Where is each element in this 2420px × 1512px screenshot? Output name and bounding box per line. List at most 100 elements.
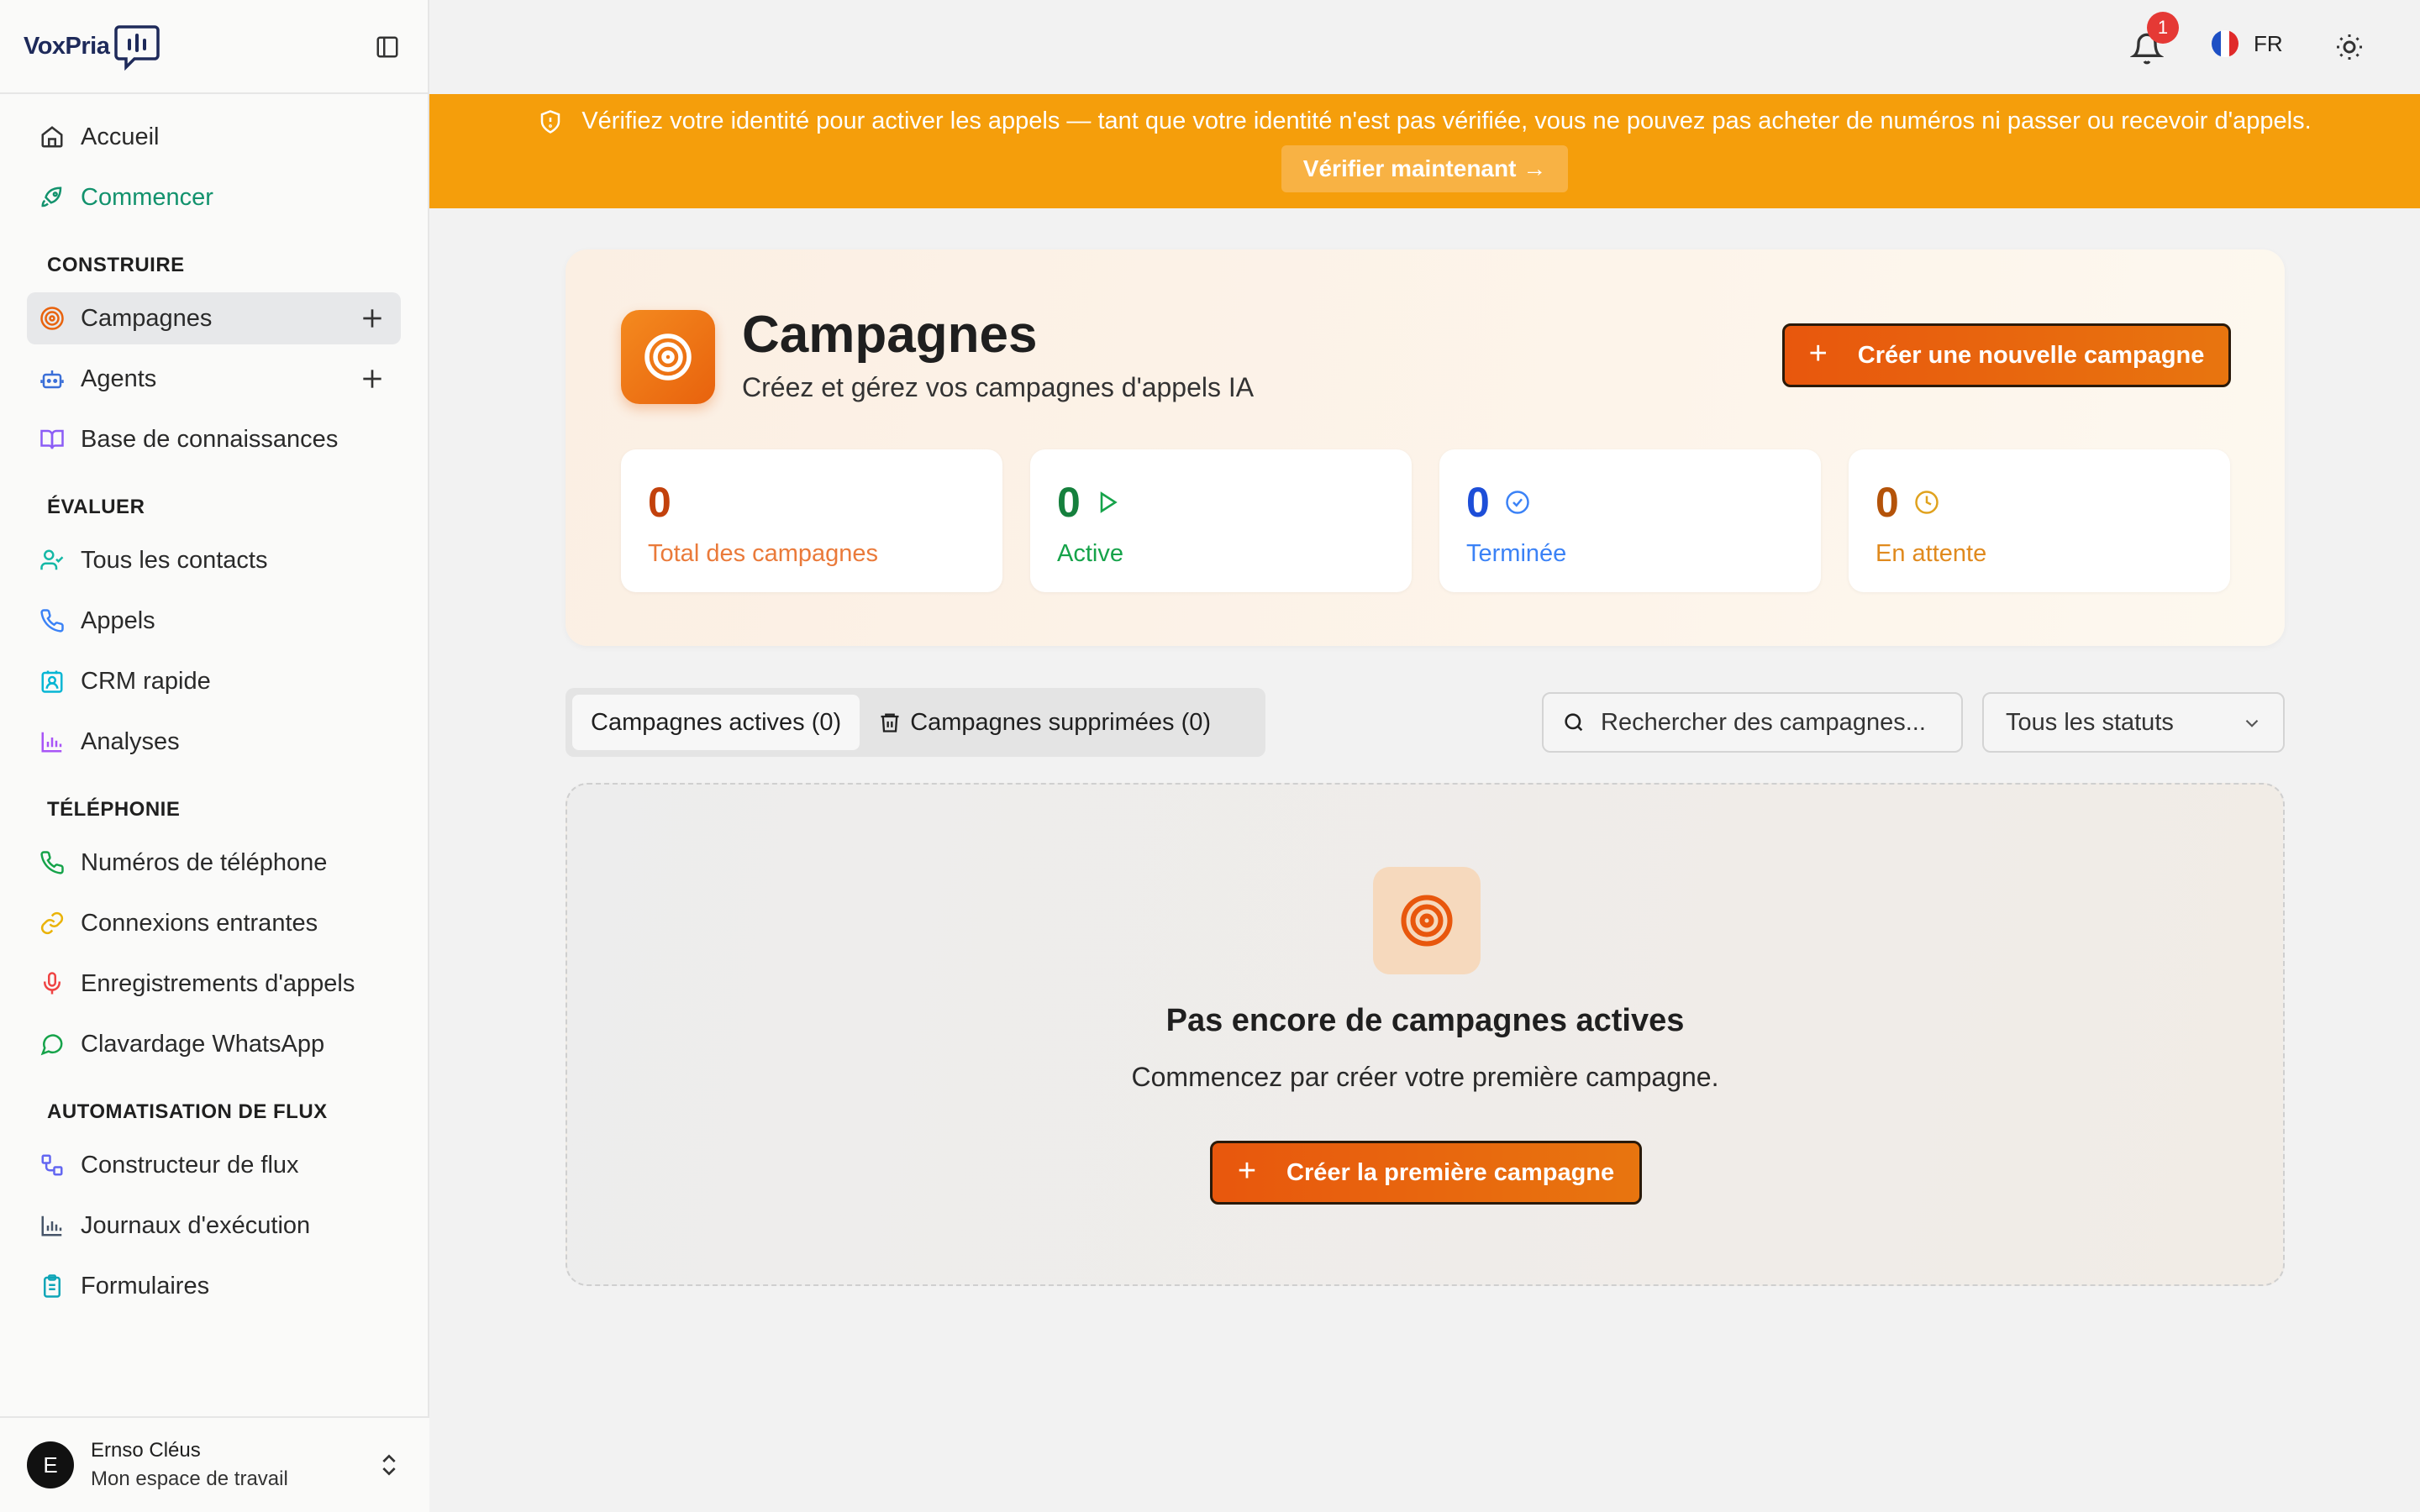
search-input[interactable]: Rechercher des campagnes... <box>1542 692 1963 753</box>
stat-value: 0 <box>1876 478 1939 527</box>
sidebar-item-label: Accueil <box>81 123 160 150</box>
page-subtitle: Créez et gérez vos campagnes d'appels IA <box>742 372 1255 402</box>
sidebar-item-campagnes[interactable]: Campagnes <box>27 292 401 344</box>
logo-icon <box>114 25 160 71</box>
user-menu[interactable]: E Ernso Cléus Mon espace de travail <box>0 1416 429 1512</box>
phone-icon <box>39 849 66 876</box>
sidebar-item-label: Enregistrements d'appels <box>81 969 355 997</box>
target-icon <box>39 305 66 332</box>
trash-icon <box>881 713 899 732</box>
sun-icon[interactable] <box>2334 32 2365 62</box>
create-first-campaign-label: Créer la première campagne <box>1286 1158 1615 1186</box>
add-campaign-icon[interactable] <box>359 305 386 332</box>
section-title-construire: CONSTRUIRE <box>47 254 185 276</box>
sidebar-nav: Accueil Commencer CONSTRUIRE Campagnes A… <box>0 94 428 1312</box>
status-filter-value: Tous les statuts <box>2006 708 2174 736</box>
chevrons-up-down-icon[interactable] <box>376 1452 402 1478</box>
section-title-evaluer: ÉVALUER <box>47 496 145 518</box>
status-filter-select[interactable]: Tous les statuts <box>1982 692 2285 753</box>
sidebar-item-tous-les-contacts[interactable]: Tous les contacts <box>27 534 401 586</box>
stat-card-active: 0 Active <box>1030 449 1412 592</box>
sidebar-item-crm-rapide[interactable]: CRM rapide <box>27 655 401 707</box>
sidebar: VoxPria Accueil Commencer CONSTRUIRE Cam… <box>0 0 429 1512</box>
section-title-telephonie: TÉLÉPHONIE <box>47 798 181 821</box>
phone-icon <box>39 607 66 634</box>
plus-icon: + <box>1808 335 1828 371</box>
link-icon <box>39 910 66 937</box>
sidebar-toggle-button[interactable] <box>372 32 402 62</box>
add-agent-icon[interactable] <box>359 365 386 392</box>
sidebar-item-formulaires[interactable]: Formulaires <box>27 1260 401 1312</box>
create-first-campaign-button[interactable]: + Créer la première campagne <box>1210 1141 1642 1205</box>
create-campaign-label: Créer une nouvelle campagne <box>1857 341 2205 369</box>
sidebar-item-label: Formulaires <box>81 1272 210 1299</box>
flag-fr-icon <box>2212 30 2238 57</box>
mic-icon <box>39 970 66 997</box>
verify-now-button[interactable]: Vérifier maintenant → <box>1281 145 1569 192</box>
home-icon <box>39 123 66 150</box>
contact-card-icon <box>39 668 66 695</box>
sidebar-item-label: Appels <box>81 606 155 634</box>
sidebar-item-journaux-d-execution[interactable]: Journaux d'exécution <box>27 1200 401 1252</box>
empty-state: Pas encore de campagnes actives Commence… <box>566 783 2285 1286</box>
shield-alert-icon <box>541 109 560 134</box>
notification-badge: 1 <box>2147 12 2179 44</box>
target-icon <box>1373 867 1481 974</box>
topbar <box>429 0 2420 94</box>
sidebar-item-agents[interactable]: Agents <box>27 353 401 405</box>
section-title-automatisation: AUTOMATISATION DE FLUX <box>47 1100 328 1123</box>
bot-icon <box>39 365 66 392</box>
sidebar-item-connexions-entrantes[interactable]: Connexions entrantes <box>27 897 401 949</box>
sidebar-item-constructeur-de-flux[interactable]: Constructeur de flux <box>27 1139 401 1191</box>
empty-state-subtitle: Commencez par créer votre première campa… <box>1131 1062 1719 1092</box>
sidebar-item-appels[interactable]: Appels <box>27 595 401 647</box>
sidebar-item-label: Tous les contacts <box>81 546 268 574</box>
stat-card-completed: 0 Terminée <box>1439 449 1821 592</box>
sidebar-item-enregistrements-d-appels[interactable]: Enregistrements d'appels <box>27 958 401 1010</box>
rocket-icon <box>39 184 66 211</box>
sidebar-item-label: Numéros de téléphone <box>81 848 328 876</box>
tab-deleted-campaigns[interactable]: Campagnes supprimées (0) <box>860 695 1229 750</box>
workspace-name: Mon espace de travail <box>91 1467 288 1490</box>
sidebar-item-clavardage-whatsapp[interactable]: Clavardage WhatsApp <box>27 1018 401 1070</box>
bar-chart-icon <box>39 728 66 755</box>
sidebar-item-label: Campagnes <box>81 304 213 332</box>
sidebar-item-label: Agents <box>81 365 157 392</box>
sidebar-item-label: Commencer <box>81 183 213 211</box>
sidebar-item-base-de-connaissances[interactable]: Base de connaissances <box>27 413 401 465</box>
sidebar-item-accueil[interactable]: Accueil <box>27 111 401 163</box>
create-campaign-button[interactable]: + Créer une nouvelle campagne <box>1782 323 2231 387</box>
stat-label: Active <box>1057 540 1123 567</box>
search-placeholder: Rechercher des campagnes... <box>1601 708 1926 736</box>
sidebar-item-label: Analyses <box>81 727 180 755</box>
logo-text: VoxPria <box>24 32 110 60</box>
stat-value: 0 <box>1466 478 1530 527</box>
book-icon <box>39 426 66 453</box>
stat-label: En attente <box>1876 540 1987 567</box>
stat-card-total: 0 Total des campagnes <box>621 449 1002 592</box>
language-switcher[interactable]: FR <box>2212 30 2283 57</box>
bar-chart-icon <box>39 1212 66 1239</box>
clipboard-icon <box>39 1273 66 1299</box>
sidebar-item-analyses[interactable]: Analyses <box>27 716 401 768</box>
clock-icon <box>1915 491 1939 514</box>
sidebar-item-numeros-de-telephone[interactable]: Numéros de téléphone <box>27 837 401 889</box>
tab-active-campaigns[interactable]: Campagnes actives (0) <box>572 695 860 750</box>
sidebar-item-commencer[interactable]: Commencer <box>27 171 401 223</box>
empty-state-title: Pas encore de campagnes actives <box>1165 1003 1685 1038</box>
sidebar-item-label: CRM rapide <box>81 667 211 695</box>
sidebar-item-label: Base de connaissances <box>81 425 339 453</box>
stat-label: Terminée <box>1466 540 1567 567</box>
banner-text: Vérifiez votre identité pour activer les… <box>581 108 2312 134</box>
campaign-tabs: Campagnes actives (0) Campagnes supprimé… <box>566 688 1265 757</box>
page-title: Campagnes <box>742 306 1038 364</box>
message-circle-icon <box>39 1031 66 1058</box>
tab-label: Campagnes supprimées (0) <box>910 708 1212 736</box>
search-icon <box>1565 713 1583 732</box>
target-icon <box>621 310 715 404</box>
stat-value: 0 <box>648 479 671 526</box>
stat-card-pending: 0 En attente <box>1849 449 2230 592</box>
verification-banner: Vérifiez votre identité pour activer les… <box>429 94 2420 208</box>
play-icon <box>1100 491 1118 513</box>
user-check-icon <box>39 547 66 574</box>
